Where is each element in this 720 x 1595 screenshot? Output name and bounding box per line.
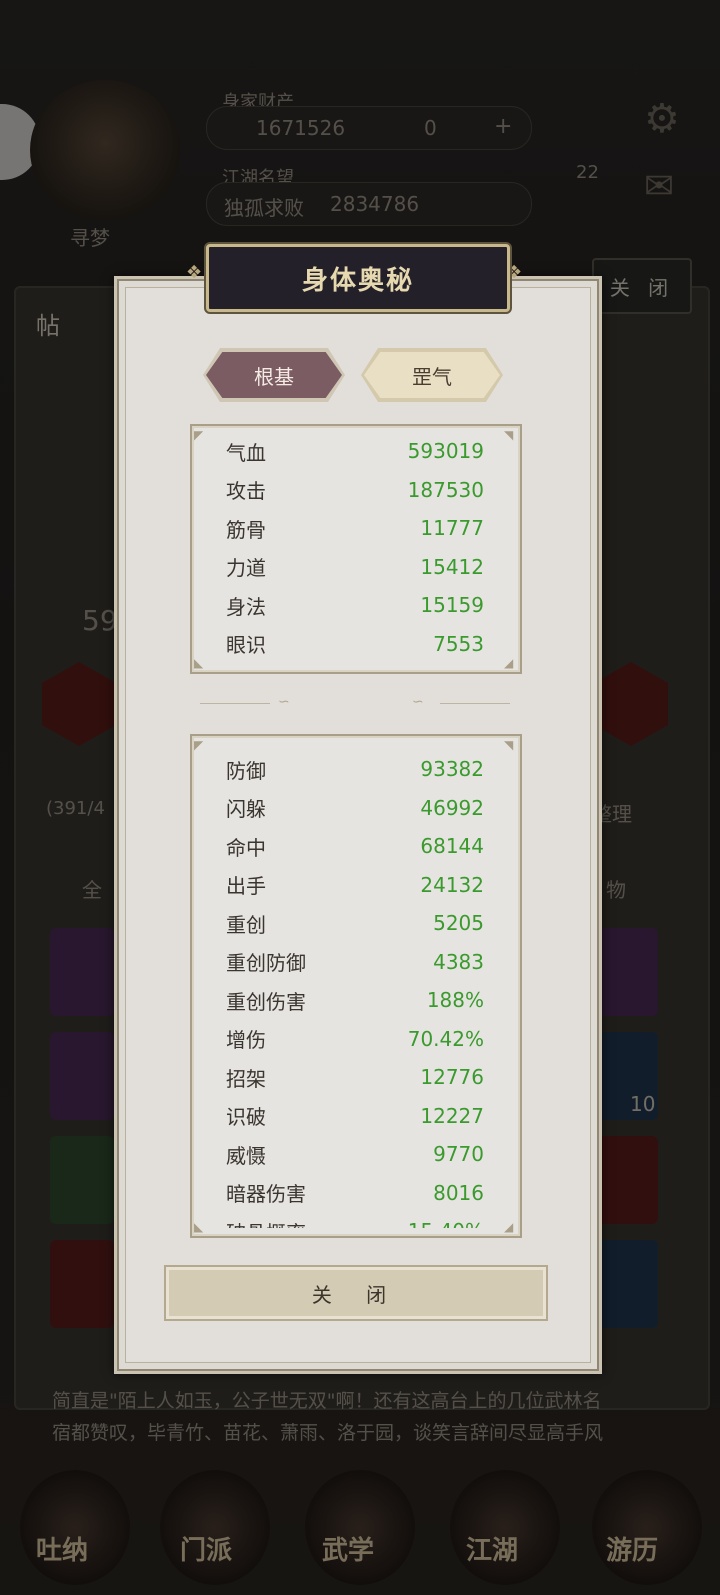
stat-value: 7553	[433, 631, 484, 656]
stat-row: 招架 12776	[226, 1058, 484, 1096]
stat-name: 防御	[226, 758, 266, 783]
stat-row: 暗器伤害 8016	[226, 1174, 484, 1212]
stat-name: 闪躲	[226, 797, 266, 821]
stat-row: 闪躲 46992	[226, 789, 484, 827]
stat-value: 4383	[433, 949, 484, 974]
stat-value: 46992	[420, 795, 484, 820]
stat-value: 12776	[420, 1065, 484, 1089]
stat-row: 重创 5205	[226, 904, 484, 942]
stat-value: 93382	[420, 757, 484, 781]
tab-gangqi[interactable]: 罡气	[364, 352, 500, 398]
stat-value: 15412	[420, 554, 484, 579]
tab-foundation[interactable]: 根基	[206, 352, 342, 398]
stat-row: 防御 93382	[226, 750, 484, 788]
stat-name: 重创	[226, 912, 266, 937]
dialog-title: 身体奥秘	[301, 265, 414, 296]
stat-row: 威慑 9770	[226, 1135, 484, 1173]
stat-name: 眼识	[226, 633, 266, 657]
stat-value: 8016	[433, 1180, 484, 1205]
dialog-title-plate: 身体奥秘	[206, 244, 510, 312]
stat-row: 攻击 187530	[226, 471, 484, 509]
stat-row: 命中 68144	[226, 827, 484, 865]
stat-value: 24132	[420, 872, 484, 897]
stat-name: 出手	[226, 874, 266, 898]
base-stats-panel: ◤ ◥ ◣ ◢ 气血 593019 攻击 187530 筋骨 11777 力道 15412 身法…	[190, 424, 522, 674]
stat-row: 增伤 70.42%	[226, 1020, 484, 1058]
combat-stats-scroll[interactable]: 防御 93382 闪躲 46992 命中 68144 出手 24132 重创 5205 重创防御 43…	[192, 744, 520, 1228]
stat-value: 5205	[433, 911, 484, 935]
corner-ornament-icon: ◣	[194, 656, 204, 670]
stat-value: 187530	[407, 477, 484, 502]
stat-value: 68144	[420, 834, 484, 858]
divider-ornament-icon: ∽	[278, 694, 290, 710]
section-divider: ∽ ∽	[200, 694, 510, 710]
stat-name: 暗器伤害	[226, 1182, 306, 1206]
stat-row: 筋骨 11777	[226, 509, 484, 547]
stat-row: 识破 12227	[226, 1097, 484, 1135]
stat-value: 9770	[433, 1142, 484, 1166]
stat-name: 招架	[226, 1066, 266, 1091]
corner-ornament-icon: ◥	[504, 738, 514, 752]
stat-name: 增伤	[226, 1028, 266, 1052]
stat-value: 15.40%	[408, 1219, 484, 1228]
dialog-close-button[interactable]: 关 闭	[164, 1265, 548, 1321]
stat-value: 593019	[407, 439, 484, 463]
stat-value: 11777	[420, 516, 484, 540]
stat-name: 力道	[226, 556, 266, 580]
stat-row: 出手 24132	[226, 866, 484, 904]
corner-ornament-icon: ◣	[194, 1220, 204, 1234]
stat-row: 重创伤害 188%	[226, 981, 484, 1019]
stat-name: 气血	[226, 440, 266, 465]
corner-ornament-icon: ◤	[194, 738, 204, 752]
stat-value: 15159	[420, 593, 484, 617]
stat-name: 攻击	[226, 479, 266, 503]
corner-ornament-icon: ◢	[504, 1220, 514, 1234]
stat-row: 重创防御 4383	[226, 943, 484, 981]
stat-name: 身法	[226, 594, 266, 619]
corner-ornament-icon: ◥	[504, 428, 514, 442]
stat-row: 力道 15412	[226, 548, 484, 586]
stat-value: 12227	[420, 1103, 484, 1128]
divider-ornament-icon: ∽	[412, 694, 424, 710]
stat-name: 重创防御	[226, 951, 306, 975]
stat-name: 筋骨	[226, 517, 266, 542]
stat-name: 识破	[226, 1105, 266, 1129]
corner-ornament-icon: ◤	[194, 428, 204, 442]
stat-value: 188%	[426, 988, 484, 1012]
stat-value: 70.42%	[407, 1026, 484, 1051]
stat-name: 威慑	[226, 1143, 266, 1168]
combat-stats-panel[interactable]: ◤ ◥ ◣ ◢ 防御 93382 闪躲 46992 命中 68144 出手 24132 重创 52…	[190, 734, 522, 1238]
stat-row: 气血 593019	[226, 432, 484, 470]
stat-row: 身法 15159	[226, 586, 484, 624]
corner-ornament-icon: ◢	[504, 656, 514, 670]
stat-name: 破骨概率	[226, 1217, 306, 1229]
stat-name: 重创伤害	[226, 989, 306, 1014]
stat-name: 命中	[226, 835, 266, 860]
title-left-ornament-icon: ❖	[186, 262, 203, 283]
stat-row: 眼识 7553	[226, 625, 484, 663]
stat-row: 破骨概率 15.40%	[226, 1212, 484, 1228]
